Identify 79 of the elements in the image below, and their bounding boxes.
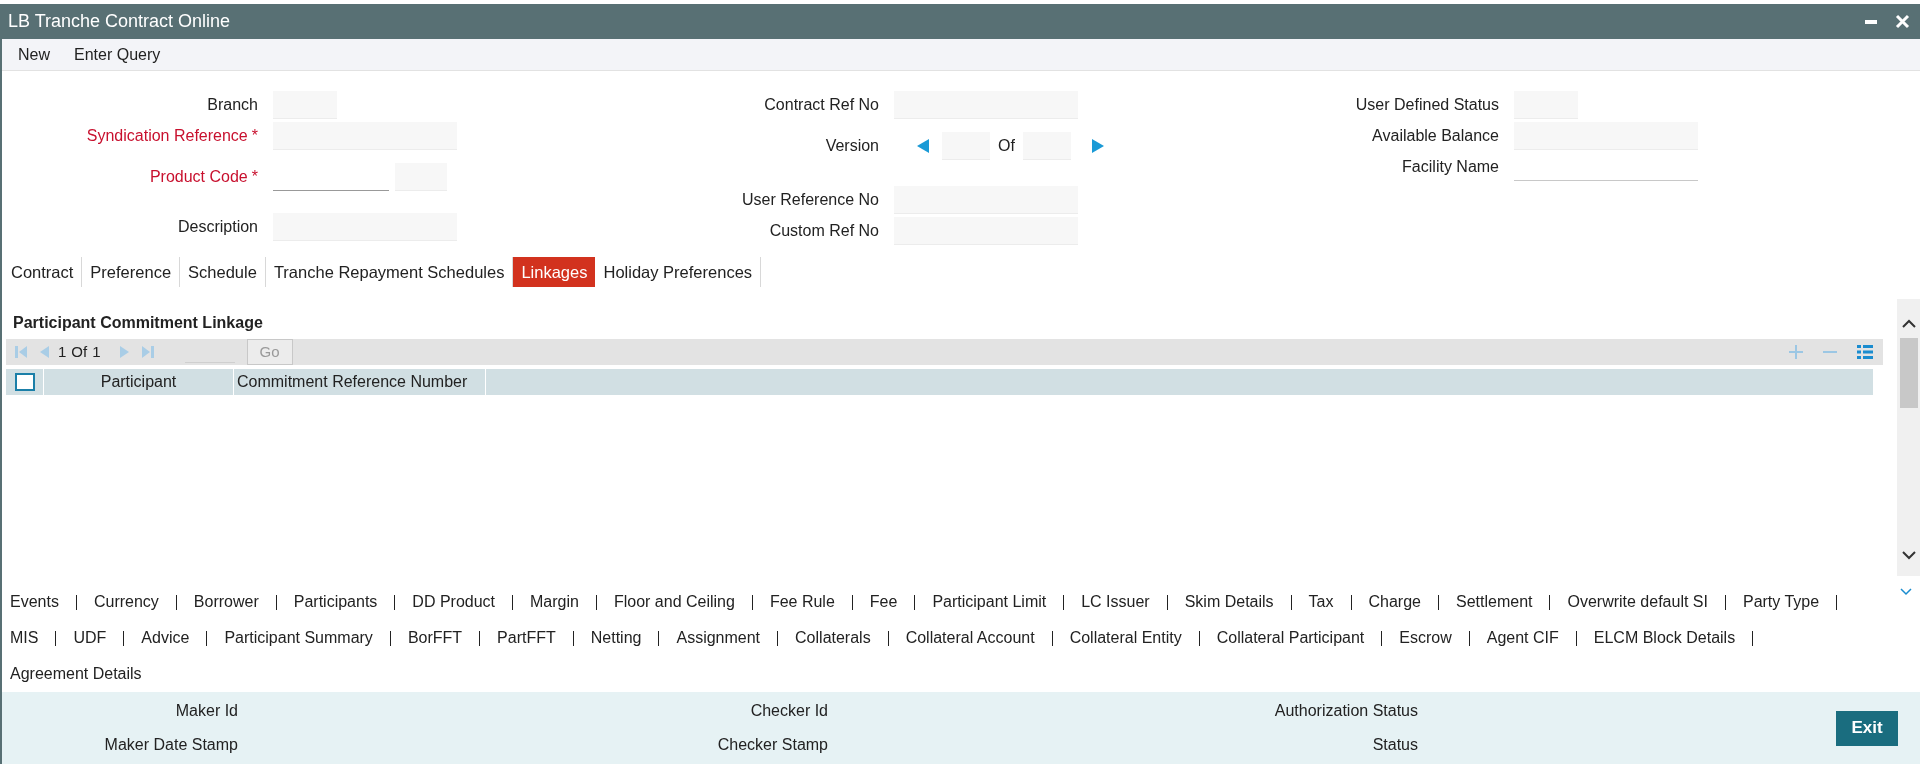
previous-page-icon[interactable] xyxy=(38,345,50,359)
footer-label: Status xyxy=(1372,735,1418,755)
tab[interactable]: Linkages xyxy=(513,257,596,287)
list-icon[interactable] xyxy=(1857,345,1873,359)
link[interactable]: Charge xyxy=(1368,590,1421,614)
link[interactable]: Collaterals xyxy=(795,626,871,650)
link[interactable]: Borrower xyxy=(193,590,259,614)
link[interactable]: Collateral Participant xyxy=(1216,626,1365,650)
link[interactable]: PartFFT xyxy=(497,626,556,650)
footer-label: Checker Id xyxy=(750,701,828,721)
link[interactable]: Events xyxy=(10,590,59,614)
link[interactable]: Participant Summary xyxy=(224,626,373,650)
link[interactable]: BorFFT xyxy=(407,626,463,650)
last-page-icon[interactable] xyxy=(140,345,155,359)
scrollbar[interactable] xyxy=(1897,299,1920,576)
footer-label: Checker Stamp xyxy=(717,735,828,755)
field-label: Custom Ref No xyxy=(769,221,879,241)
footer-label: Maker Id xyxy=(175,701,238,721)
page-total: 1 xyxy=(92,341,101,362)
window-title: LB Tranche Contract Online xyxy=(8,10,231,33)
field-label: Product Code xyxy=(149,167,248,187)
link[interactable]: UDF xyxy=(73,626,107,650)
next-page-icon[interactable] xyxy=(118,345,131,359)
link[interactable]: Settlement xyxy=(1456,590,1533,614)
field-label: Syndication Reference xyxy=(86,126,248,146)
plus-icon[interactable] xyxy=(1789,345,1803,359)
link[interactable]: Currency xyxy=(93,590,159,614)
link[interactable]: Assignment xyxy=(676,626,761,650)
link[interactable]: Participant Limit xyxy=(932,590,1047,614)
link[interactable]: DD Product xyxy=(412,590,496,614)
link[interactable]: Collateral Entity xyxy=(1069,626,1182,650)
field-label: Contract Ref No xyxy=(764,95,879,115)
footer-label: Authorization Status xyxy=(1274,701,1418,721)
close-icon[interactable] xyxy=(1895,14,1910,29)
chevron-up-icon[interactable] xyxy=(1901,319,1916,328)
required-mark: * xyxy=(251,126,258,146)
link[interactable]: Participants xyxy=(293,590,378,614)
section-title: Participant Commitment Linkage xyxy=(13,313,264,333)
toolbar-button[interactable]: Enter Query xyxy=(74,42,161,67)
link[interactable]: Netting xyxy=(590,626,642,650)
link[interactable]: Advice xyxy=(141,626,190,650)
link[interactable]: ELCM Block Details xyxy=(1593,626,1736,650)
link[interactable]: Fee Rule xyxy=(769,590,835,614)
previous-icon[interactable] xyxy=(916,138,930,154)
field-label: Branch xyxy=(207,95,258,115)
exit-button[interactable]: Exit xyxy=(1836,710,1898,746)
field-label: Version xyxy=(825,136,879,156)
first-page-icon[interactable] xyxy=(14,345,28,359)
column-header: Participant xyxy=(100,372,177,392)
field-label: User Defined Status xyxy=(1355,95,1499,115)
page-number: 1 xyxy=(58,341,67,362)
column-header: Commitment Reference Number xyxy=(237,372,468,392)
scrollbar-thumb[interactable] xyxy=(1899,338,1918,408)
link[interactable]: Fee xyxy=(869,590,898,614)
minimize-icon[interactable] xyxy=(1865,19,1877,24)
link[interactable]: Overwrite default SI xyxy=(1567,590,1708,614)
link[interactable]: LC Issuer xyxy=(1081,590,1150,614)
footer-label: Maker Date Stamp xyxy=(104,735,238,755)
next-icon[interactable] xyxy=(1090,138,1105,154)
link[interactable]: Floor and Ceiling xyxy=(613,590,735,614)
link[interactable]: MIS xyxy=(10,626,39,650)
of-label: Of xyxy=(998,136,1015,156)
link[interactable]: Escrow xyxy=(1399,626,1452,650)
link[interactable]: Skim Details xyxy=(1184,590,1274,614)
checkbox[interactable] xyxy=(14,373,35,391)
link[interactable]: Collateral Account xyxy=(905,626,1035,650)
link[interactable]: Tax xyxy=(1308,590,1334,614)
required-mark: * xyxy=(251,167,258,187)
field-label: Facility Name xyxy=(1402,157,1499,177)
field-label: User Reference No xyxy=(742,190,879,210)
link[interactable]: Margin xyxy=(530,590,579,614)
chevron-down-icon[interactable] xyxy=(1901,551,1916,560)
link[interactable]: Agent CIF xyxy=(1486,626,1559,650)
link[interactable]: Party Type xyxy=(1742,590,1820,614)
toolbar-button[interactable]: New xyxy=(18,42,50,67)
link[interactable]: Agreement Details xyxy=(10,662,142,686)
page-of: Of xyxy=(71,341,88,362)
field-label: Description xyxy=(177,217,258,237)
field-label: Available Balance xyxy=(1372,126,1499,146)
